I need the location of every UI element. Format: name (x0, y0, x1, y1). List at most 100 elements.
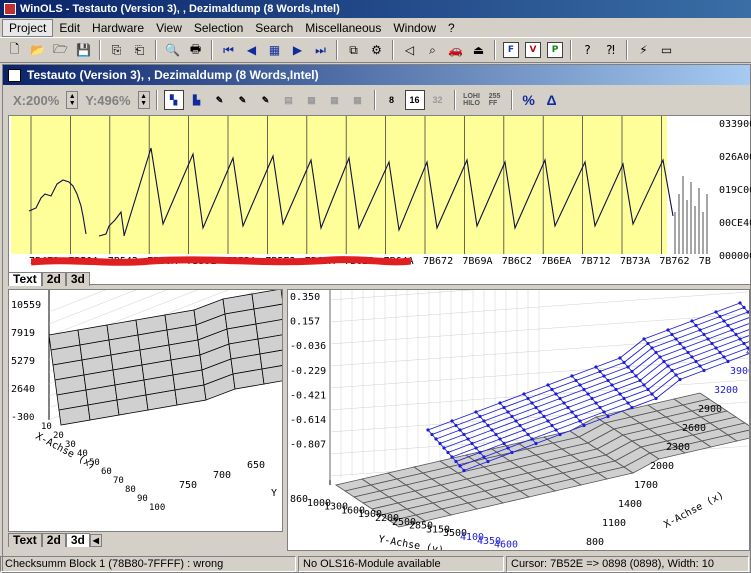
y-tick-label: 750 (179, 480, 197, 491)
grid-icon[interactable]: ▤ (279, 90, 299, 110)
tab-2d[interactable]: 2d (41, 533, 66, 547)
bits-32-button[interactable]: 32 (428, 90, 448, 110)
percent-button[interactable]: % (519, 90, 539, 110)
last-icon[interactable]: ⏭ (310, 40, 331, 61)
left-3d-chart: 10559791952792640-30 01020304050607080901… (11, 221, 294, 513)
first-icon[interactable]: ⏮ (218, 40, 239, 61)
y-zoom-spinner[interactable]: ▲ ▼ (137, 91, 150, 109)
p-icon[interactable]: P (547, 42, 563, 58)
blue-mesh-point (534, 441, 538, 446)
blue-mesh-point (734, 332, 738, 337)
menu-help[interactable]: ? (442, 20, 461, 36)
what-icon[interactable]: ⁈ (600, 40, 621, 61)
wave-view-icon[interactable]: ▚ (163, 90, 184, 110)
next-icon[interactable]: ▶ (287, 40, 308, 61)
grid3-icon[interactable]: ▦ (325, 90, 345, 110)
z-tick-label: -0.421 (290, 390, 326, 401)
blue-mesh-point (538, 410, 542, 414)
print-icon[interactable]: 🖶 (185, 40, 206, 61)
blue-mesh-point (458, 428, 462, 432)
blue-mesh-point (678, 341, 682, 346)
v-icon[interactable]: V (525, 42, 541, 58)
plug-icon[interactable]: ⚡ (633, 40, 654, 61)
left-icon[interactable]: ◁ (399, 40, 420, 61)
marker2-icon[interactable]: ✎ (233, 90, 253, 110)
menu-hardware[interactable]: Hardware (86, 20, 150, 36)
blue-mesh-point (558, 432, 562, 437)
tab-text[interactable]: Text (8, 272, 42, 286)
blue-mesh-point (458, 464, 462, 468)
waveform-view[interactable]: 7B4F2 7B51A 7B542 7B56A 7B592 7B5BA 7B5E2 7B60A… (8, 115, 751, 285)
car-icon[interactable]: 🚗 (445, 40, 466, 61)
right-3d-view[interactable]: 0.350 0.157 -0.036 -0.229 -0.421 -0.614 -0.807… (287, 269, 751, 556)
tab-2d[interactable]: 2d (41, 272, 66, 286)
blue-mesh-point (682, 346, 686, 350)
open-folder-icon[interactable]: 🗁 (50, 40, 71, 61)
blue-mesh-point (558, 396, 562, 401)
x-tick-label: 90 (137, 494, 148, 504)
blue-mesh-point (482, 419, 486, 423)
blue-mesh-point (578, 383, 582, 387)
grid2-icon[interactable]: ▦ (302, 90, 322, 110)
previous-icon[interactable]: ◀ (241, 40, 262, 61)
print-preview-icon[interactable]: 🔍 (162, 40, 183, 61)
menu-search[interactable]: Search (249, 20, 299, 36)
right-3d-chart: 0.350 0.157 -0.036 -0.229 -0.421 -0.614 -0.807… (290, 269, 751, 556)
blue-mesh-point (474, 446, 478, 450)
blue-mesh-point (662, 359, 666, 364)
f-icon[interactable]: F (503, 42, 519, 58)
compare-icon[interactable]: ⧉ (343, 40, 364, 61)
new-icon[interactable]: 🗋 (4, 40, 25, 61)
settings-icon[interactable]: ⚙ (366, 40, 387, 61)
menu-miscellaneous[interactable]: Miscellaneous (299, 20, 387, 36)
blue-mesh-point (706, 337, 710, 341)
save-icon[interactable]: 💾 (73, 40, 94, 61)
table-icon[interactable]: ▦ (264, 40, 285, 61)
blue-mesh-point (678, 377, 682, 382)
tab-3d[interactable]: 3d (65, 533, 90, 547)
scale-label: 000000 (719, 251, 751, 262)
delta-button[interactable]: Δ (542, 90, 562, 110)
marker3-icon[interactable]: ✎ (256, 90, 276, 110)
byte-order-button[interactable]: LOHI HILO (462, 90, 482, 110)
toolbar-separator (99, 40, 101, 60)
z-tick-label: -0.036 (290, 341, 326, 352)
blue-mesh-point (450, 419, 454, 423)
blue-mesh-point (582, 423, 586, 428)
tab-text[interactable]: Text (8, 533, 42, 547)
chip-icon[interactable]: ⏏ (468, 40, 489, 61)
paste-file-icon[interactable]: ⎗ (129, 40, 150, 61)
blue-mesh-point (674, 373, 678, 377)
status-checksum: Checksumm Block 1 (78B80-7FFFF) : wrong (0, 556, 296, 572)
x-zoom-spinner[interactable]: ▲ ▼ (66, 91, 79, 109)
search-icon[interactable]: ⌕ (422, 40, 443, 61)
blue-mesh-point (534, 405, 538, 410)
hex-dec-button[interactable]: 255 FF (485, 90, 505, 110)
window-icon[interactable]: ▭ (656, 40, 677, 61)
grid4-icon[interactable]: ▦ (348, 90, 368, 110)
blue-mesh-point (506, 410, 510, 414)
tab-scroll-left-icon[interactable]: ◀ (89, 534, 102, 547)
tab-3d[interactable]: 3d (65, 272, 90, 286)
menu-view[interactable]: View (150, 20, 188, 36)
bits-16-button[interactable]: 16 (404, 90, 425, 110)
blue-mesh-point (554, 428, 558, 432)
menu-edit[interactable]: Edit (53, 20, 86, 36)
help-icon[interactable]: ? (577, 40, 598, 61)
left-3d-view[interactable]: 10559 7919 5279 2640 -30 0 10 20 30 40 50 60 70 80 90 1… (8, 221, 294, 532)
copy-file-icon[interactable]: ⎘ (106, 40, 127, 61)
open-icon[interactable]: 📂 (27, 40, 48, 61)
x-tick-label: 4500 (746, 347, 749, 358)
menu-selection[interactable]: Selection (188, 20, 249, 36)
bar-view-icon[interactable]: ▙ (187, 90, 207, 110)
menu-window[interactable]: Window (387, 20, 442, 36)
marker-icon[interactable]: ✎ (210, 90, 230, 110)
blue-mesh-point (638, 378, 642, 383)
blue-mesh-point (618, 356, 622, 360)
x-tick-label: 1100 (602, 518, 626, 529)
bits-8-button[interactable]: 8 (382, 90, 402, 110)
waveform-graph (28, 116, 708, 254)
x-tick-label: 2000 (650, 461, 674, 472)
blue-mesh-point (650, 392, 654, 396)
menu-project[interactable]: Project (2, 18, 54, 37)
